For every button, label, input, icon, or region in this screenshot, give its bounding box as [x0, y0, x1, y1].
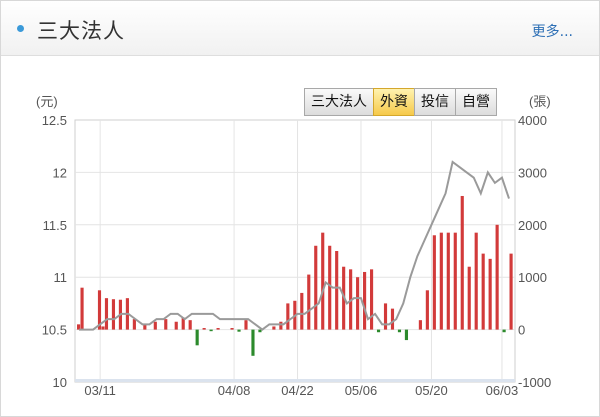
- volume-bar: [453, 232, 457, 330]
- range-strip: [75, 379, 515, 382]
- volume-bar: [474, 232, 478, 330]
- volume-bar: [307, 274, 311, 330]
- volume-bar: [104, 298, 109, 330]
- volume-bar: [397, 329, 402, 333]
- volume-bar: [195, 329, 199, 346]
- volume-bar: [460, 195, 464, 330]
- left-axis-tick: 11: [54, 270, 68, 285]
- right-axis-tick: 2000: [518, 218, 547, 233]
- volume-bar: [188, 320, 192, 330]
- volume-bar: [432, 235, 436, 330]
- volume-bar: [363, 271, 367, 330]
- left-axis-tick: 10: [53, 375, 67, 390]
- volume-bar: [321, 232, 325, 330]
- right-axis-tick: 3000: [518, 165, 547, 180]
- volume-bar: [230, 328, 234, 330]
- volume-bar: [356, 277, 360, 330]
- volume-bar: [390, 308, 395, 330]
- volume-bar: [369, 269, 374, 330]
- volume-bar: [153, 321, 157, 330]
- volume-bar: [418, 320, 422, 330]
- volume-bar: [314, 245, 318, 330]
- x-axis-tick: 05/20: [415, 383, 448, 398]
- volume-bar: [502, 329, 506, 333]
- volume-bar: [279, 321, 283, 330]
- x-axis-tick: 06/03: [486, 383, 519, 398]
- volume-bar: [286, 303, 290, 330]
- x-axis-tick: 04/22: [281, 383, 314, 398]
- left-axis-tick: 12.5: [42, 113, 67, 128]
- volume-bar: [509, 253, 513, 330]
- right-axis-tick: 1000: [518, 270, 547, 285]
- volume-bar: [439, 232, 443, 330]
- volume-bar: [80, 287, 84, 330]
- volume-bar: [376, 329, 381, 333]
- right-axis-unit: (張): [529, 94, 551, 109]
- right-axis-tick: 4000: [518, 113, 547, 128]
- volume-bar: [495, 224, 499, 330]
- volume-bar: [111, 299, 116, 330]
- volume-bar: [425, 290, 429, 330]
- volume-bar: [328, 245, 332, 330]
- volume-bar: [446, 232, 450, 330]
- volume-bar: [251, 329, 255, 356]
- left-axis-unit: (元): [36, 94, 58, 109]
- left-axis-tick: 11.5: [43, 218, 67, 233]
- volume-bar: [216, 328, 220, 330]
- volume-bar: [209, 329, 213, 332]
- volume-bar: [237, 329, 241, 332]
- volume-bar: [101, 326, 105, 330]
- right-axis-tick: -1000: [518, 375, 551, 390]
- volume-bar: [202, 328, 206, 330]
- volume-bar: [383, 303, 388, 330]
- x-axis-tick: 05/06: [345, 383, 378, 398]
- volume-bar: [488, 258, 492, 330]
- volume-bar: [132, 319, 136, 330]
- volume-bar: [258, 329, 262, 333]
- volume-bar: [481, 253, 485, 330]
- volume-bar: [272, 326, 276, 330]
- volume-bar: [300, 292, 304, 330]
- left-axis-tick: 10.5: [42, 323, 67, 338]
- volume-bar: [164, 319, 168, 330]
- x-axis-tick: 03/11: [84, 383, 116, 398]
- volume-bar: [467, 266, 471, 330]
- x-axis-tick: 04/08: [218, 383, 251, 398]
- volume-bar: [174, 321, 178, 330]
- volume-bar: [244, 320, 248, 330]
- volume-bar: [335, 251, 339, 330]
- right-axis-tick: 0: [518, 323, 525, 338]
- price-volume-chart: (元) (張) 12.5 12 11.5 11 10.5 10 4000 3000 2000 10…: [36, 94, 551, 398]
- volume-bar: [404, 329, 409, 341]
- left-axis-tick: 12: [53, 165, 67, 180]
